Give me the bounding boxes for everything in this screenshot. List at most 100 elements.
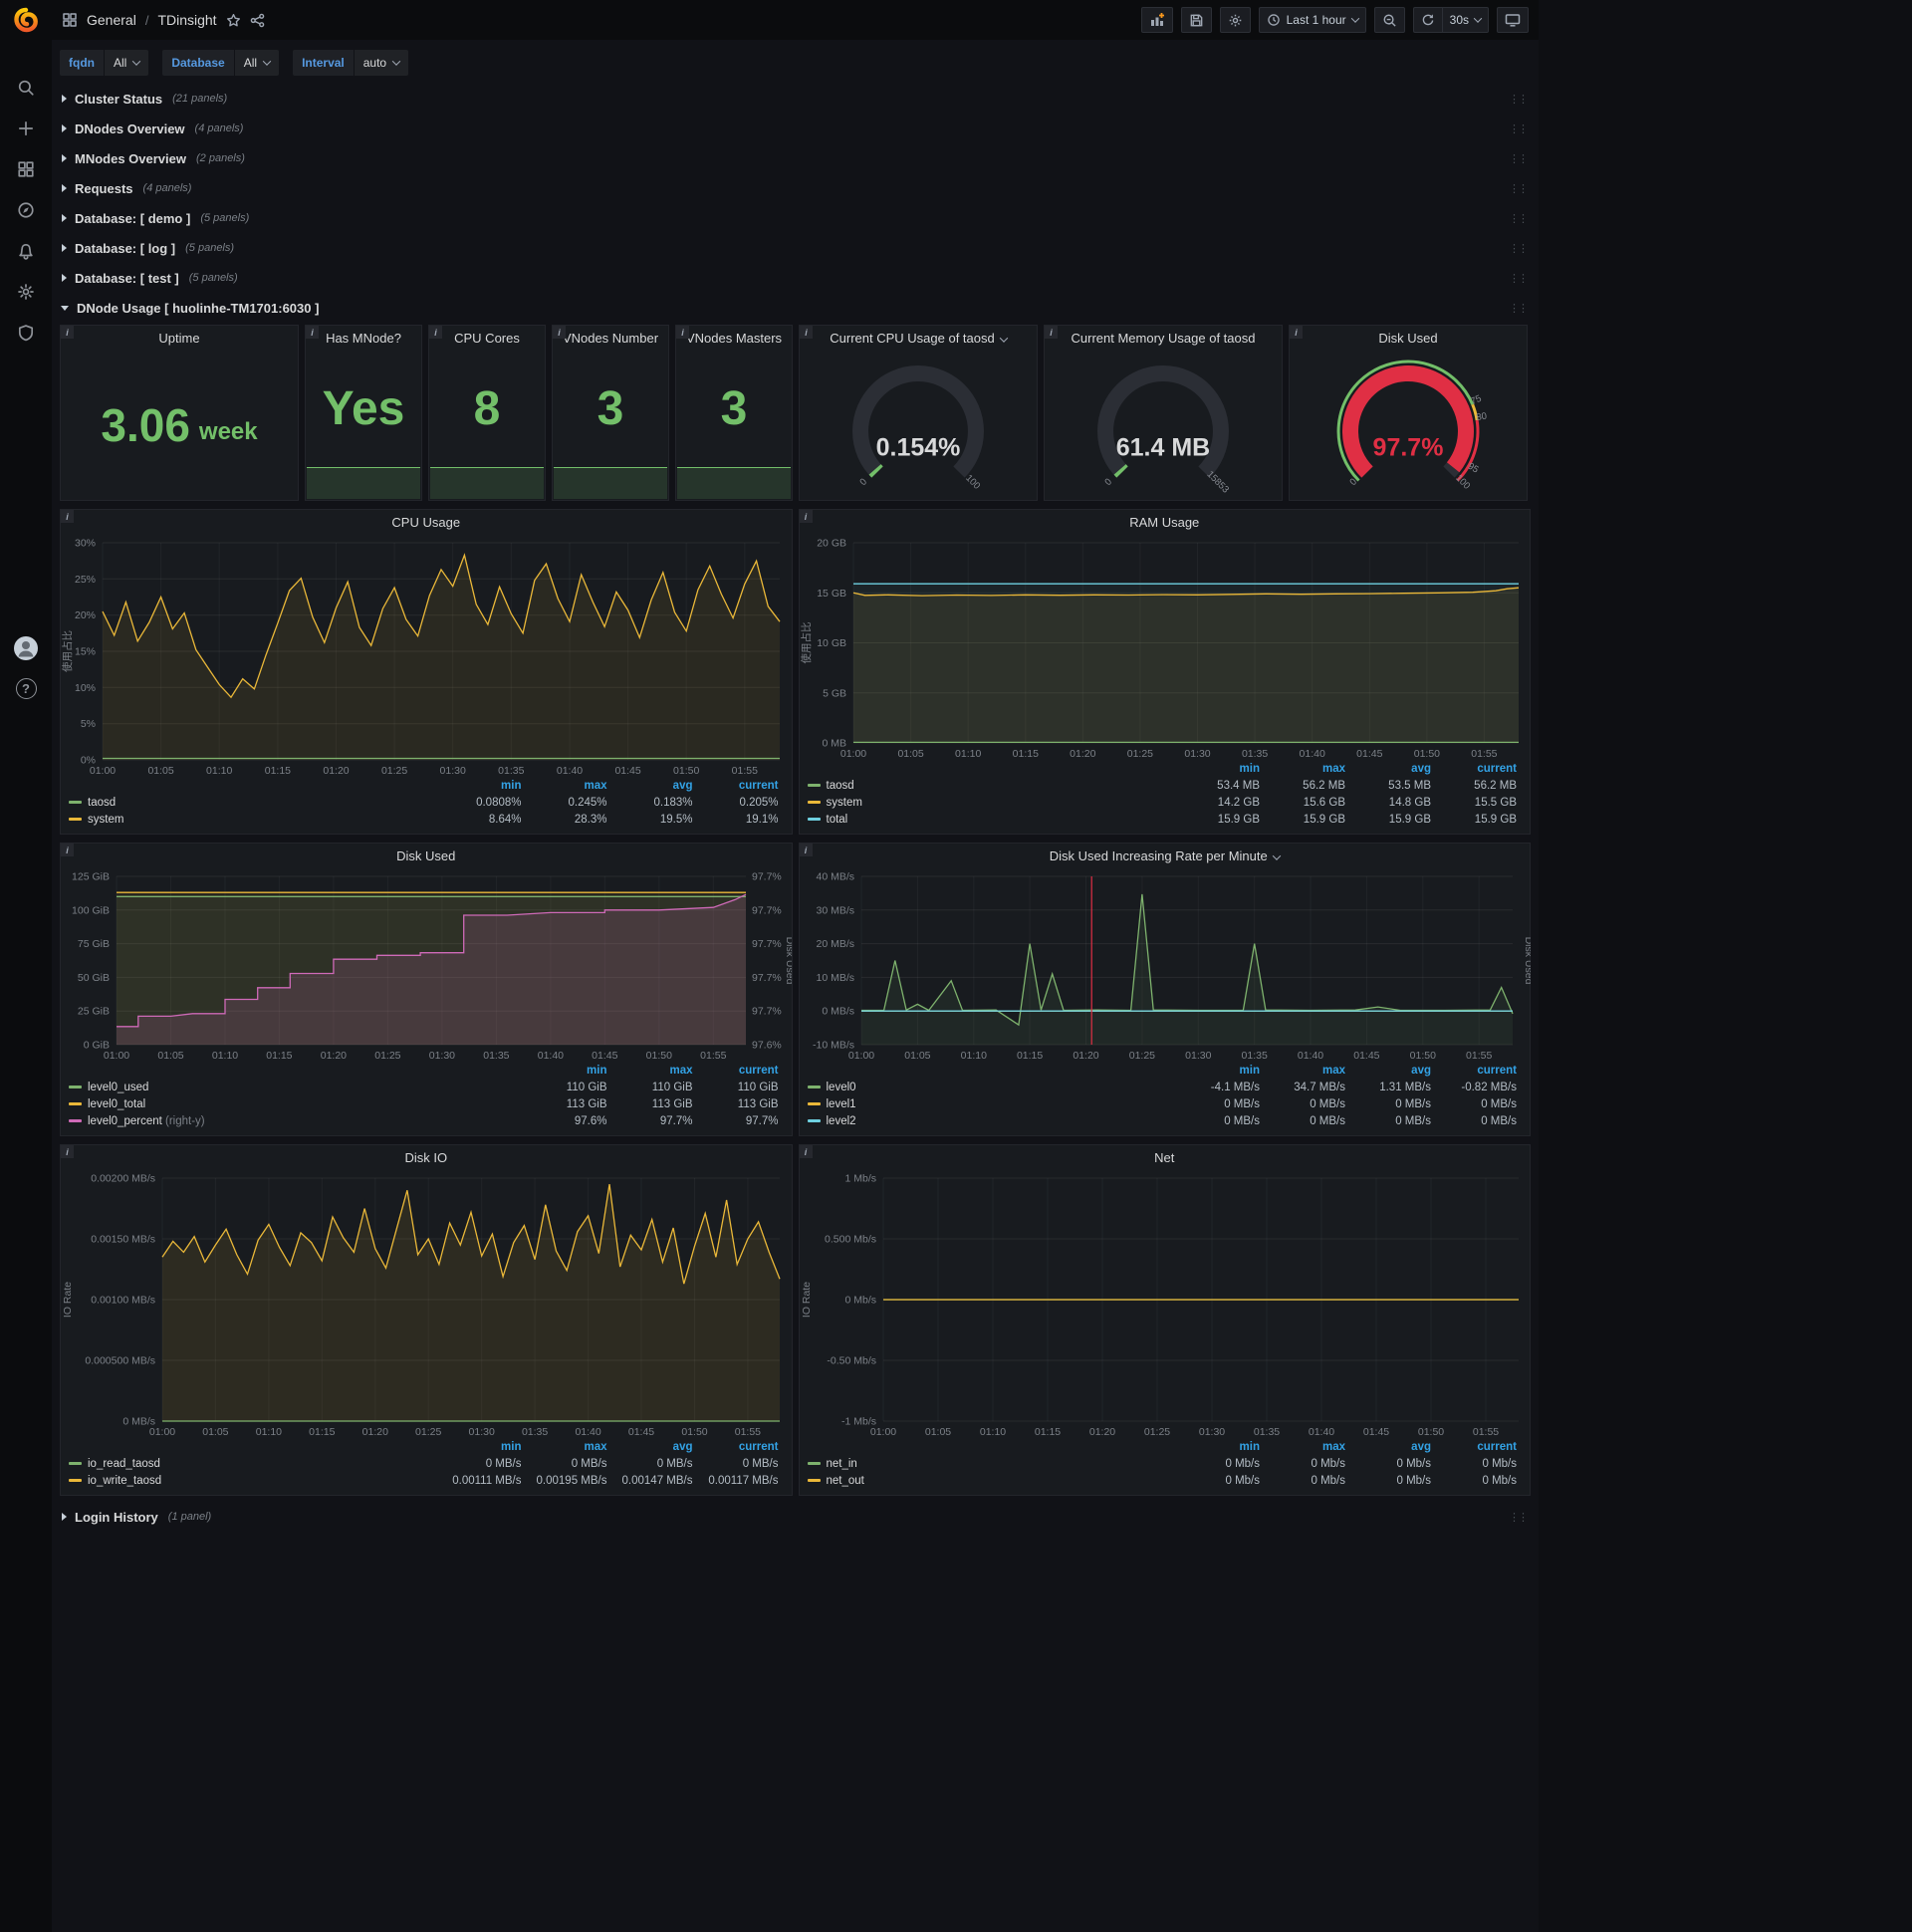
net-chart[interactable]: 01:00 01:05 01:10 01:15 01:20 01:25 01:30 01:35…	[800, 1170, 1531, 1439]
legend-series-toggle[interactable]: level2	[807, 1113, 1180, 1130]
legend-series-toggle[interactable]: total	[807, 812, 1180, 829]
user-avatar[interactable]	[13, 635, 39, 664]
row-login-history[interactable]: Login History (1 panel) ⋮⋮	[60, 1504, 1531, 1530]
panel-title[interactable]: Current CPU Usage of taosd	[800, 326, 1037, 351]
explore-compass-icon[interactable]	[16, 200, 36, 220]
info-icon[interactable]: i	[553, 326, 566, 339]
legend-col-header[interactable]: avg	[612, 1439, 698, 1456]
legend-series-toggle[interactable]: taosd	[807, 778, 1180, 795]
variable-interval-value[interactable]: auto	[354, 50, 409, 76]
legend-series-toggle[interactable]: io_read_taosd	[69, 1456, 441, 1473]
server-admin-shield-icon[interactable]	[16, 323, 36, 343]
dashboard-settings-button[interactable]	[1219, 7, 1251, 33]
legend-col-header[interactable]: min	[441, 1439, 527, 1456]
legend-col-header[interactable]: max	[1265, 1063, 1350, 1080]
row-database-log[interactable]: Database: [ log ] (5 panels) ⋮⋮	[60, 235, 1531, 261]
panel-title[interactable]: CPU Cores	[429, 326, 545, 351]
legend-series-toggle[interactable]: system	[807, 795, 1180, 812]
variable-database-value[interactable]: All	[234, 50, 280, 76]
info-icon[interactable]: i	[306, 326, 319, 339]
legend-col-header[interactable]: avg	[1350, 761, 1436, 778]
panel-title[interactable]: Uptime	[61, 326, 298, 351]
dashboard-grid-icon[interactable]	[62, 12, 78, 28]
panel-menu-chevron-icon[interactable]	[999, 334, 1008, 343]
row-drag-handle[interactable]: ⋮⋮	[1509, 182, 1531, 195]
legend-col-header[interactable]: min	[1179, 1063, 1265, 1080]
panel-title[interactable]: Disk Used	[61, 844, 792, 868]
legend-series-toggle[interactable]: system	[69, 812, 441, 829]
legend-col-header[interactable]: max	[612, 1063, 698, 1080]
zoom-out-time-button[interactable]	[1373, 7, 1405, 33]
grafana-logo[interactable]	[0, 0, 52, 40]
row-requests[interactable]: Requests (4 panels) ⋮⋮	[60, 175, 1531, 201]
breadcrumb-dashboard-title[interactable]: TDinsight	[157, 12, 216, 28]
legend-series-toggle[interactable]: level0_used	[69, 1080, 527, 1096]
breadcrumb-folder[interactable]: General	[87, 12, 136, 28]
panel-title[interactable]: Disk Used	[1290, 326, 1527, 351]
info-icon[interactable]: i	[799, 1145, 813, 1158]
legend-col-header[interactable]: current	[1436, 1439, 1522, 1456]
panel-title[interactable]: Disk IO	[61, 1145, 792, 1170]
legend-series-toggle[interactable]: level0_percent (right-y)	[69, 1113, 527, 1130]
legend-col-header[interactable]: current	[1436, 761, 1522, 778]
legend-col-header[interactable]: min	[1179, 761, 1265, 778]
cpu-usage-chart[interactable]: 01:00 01:05 01:10 01:15 01:20 01:25 01:30 01:35…	[61, 535, 792, 778]
panel-title[interactable]: VNodes Number	[553, 326, 668, 351]
variable-interval[interactable]: Interval auto	[293, 50, 409, 76]
info-icon[interactable]: i	[799, 510, 813, 523]
row-mnodes-overview[interactable]: MNodes Overview (2 panels) ⋮⋮	[60, 145, 1531, 171]
legend-col-header[interactable]: min	[527, 1063, 612, 1080]
panel-title[interactable]: VNodes Masters	[676, 326, 792, 351]
info-icon[interactable]: i	[799, 844, 813, 856]
row-database-test[interactable]: Database: [ test ] (5 panels) ⋮⋮	[60, 265, 1531, 291]
search-icon[interactable]	[16, 78, 36, 98]
legend-series-toggle[interactable]: taosd	[69, 795, 441, 812]
info-icon[interactable]: i	[61, 326, 74, 339]
time-range-picker[interactable]: Last 1 hour	[1258, 7, 1366, 33]
legend-col-header[interactable]: min	[1179, 1439, 1265, 1456]
legend-col-header[interactable]: avg	[1350, 1063, 1436, 1080]
legend-col-header[interactable]: min	[441, 778, 527, 795]
row-drag-handle[interactable]: ⋮⋮	[1509, 93, 1531, 106]
legend-col-header[interactable]: max	[1265, 761, 1350, 778]
legend-col-header[interactable]: max	[1265, 1439, 1350, 1456]
configuration-gear-icon[interactable]	[16, 282, 36, 302]
disk-io-chart[interactable]: 01:00 01:05 01:10 01:15 01:20 01:25 01:30 01:35…	[61, 1170, 792, 1439]
panel-title[interactable]: Has MNode?	[306, 326, 421, 351]
variable-database[interactable]: Database All	[162, 50, 280, 76]
legend-series-toggle[interactable]: level0_total	[69, 1096, 527, 1113]
row-drag-handle[interactable]: ⋮⋮	[1509, 242, 1531, 255]
legend-series-toggle[interactable]: level1	[807, 1096, 1180, 1113]
info-icon[interactable]: i	[1045, 326, 1058, 339]
disk-used-chart[interactable]: 01:00 01:05 01:10 01:15 01:20 01:25 01:30 01:35…	[61, 868, 796, 1063]
panel-title[interactable]: Net	[800, 1145, 1531, 1170]
variable-fqdn-value[interactable]: All	[105, 50, 149, 76]
legend-series-toggle[interactable]: level0	[807, 1080, 1180, 1096]
ram-usage-chart[interactable]: 01:00 01:05 01:10 01:15 01:20 01:25 01:30 01:35…	[800, 535, 1531, 761]
row-drag-handle[interactable]: ⋮⋮	[1509, 212, 1531, 225]
help-icon[interactable]: ?	[15, 678, 37, 699]
add-panel-button[interactable]	[1140, 7, 1173, 33]
save-dashboard-button[interactable]	[1180, 7, 1212, 33]
legend-series-toggle[interactable]: net_in	[807, 1456, 1180, 1473]
row-drag-handle[interactable]: ⋮⋮	[1509, 122, 1531, 135]
info-icon[interactable]: i	[800, 326, 813, 339]
create-plus-icon[interactable]	[16, 119, 36, 138]
share-icon[interactable]	[250, 13, 265, 28]
cycle-view-mode-button[interactable]	[1497, 7, 1529, 33]
row-drag-handle[interactable]: ⋮⋮	[1509, 1511, 1531, 1524]
legend-series-toggle[interactable]: io_write_taosd	[69, 1473, 441, 1490]
refresh-button[interactable]	[1412, 7, 1442, 33]
star-icon[interactable]	[226, 13, 241, 28]
dashboards-icon[interactable]	[16, 159, 36, 179]
row-database-demo[interactable]: Database: [ demo ] (5 panels) ⋮⋮	[60, 205, 1531, 231]
legend-col-header[interactable]: current	[698, 1063, 784, 1080]
panel-title[interactable]: CPU Usage	[61, 510, 792, 535]
panel-title[interactable]: RAM Usage	[800, 510, 1531, 535]
disk-rate-chart[interactable]: 01:00 01:05 01:10 01:15 01:20 01:25 01:30 01:35…	[800, 868, 1534, 1063]
legend-series-toggle[interactable]: net_out	[807, 1473, 1180, 1490]
row-drag-handle[interactable]: ⋮⋮	[1509, 152, 1531, 165]
row-dnodes-overview[interactable]: DNodes Overview (4 panels) ⋮⋮	[60, 116, 1531, 141]
row-drag-handle[interactable]: ⋮⋮	[1509, 272, 1531, 285]
legend-col-header[interactable]: avg	[612, 778, 698, 795]
